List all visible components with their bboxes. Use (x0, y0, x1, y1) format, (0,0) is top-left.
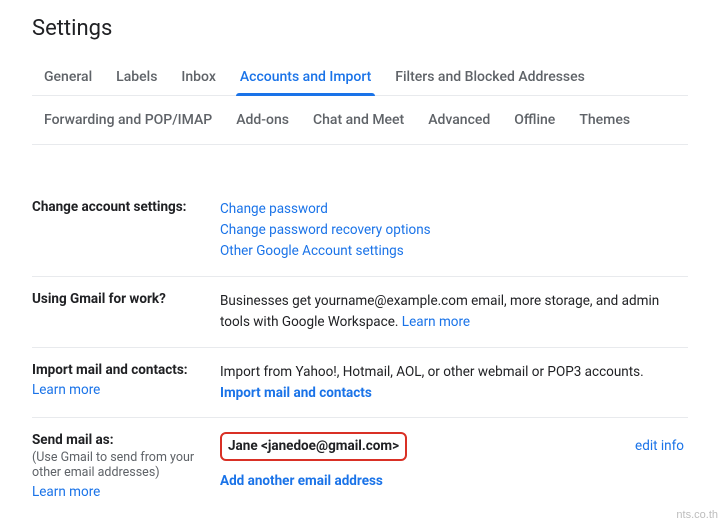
send-as-identity: Jane <janedoe@gmail.com> (220, 432, 407, 461)
section-send-mail-as: Send mail as: (Use Gmail to send from yo… (32, 418, 688, 514)
section-label-change-account: Change account settings: (32, 199, 220, 215)
page-title: Settings (32, 16, 688, 41)
link-recovery-options[interactable]: Change password recovery options (220, 220, 688, 241)
link-other-account-settings[interactable]: Other Google Account settings (220, 241, 688, 262)
tab-themes[interactable]: Themes (567, 106, 642, 134)
section-gmail-work: Using Gmail for work? Businesses get you… (32, 277, 688, 348)
link-import-mail-contacts[interactable]: Import mail and contacts (220, 383, 688, 404)
tab-chat-meet[interactable]: Chat and Meet (301, 106, 416, 134)
tab-addons[interactable]: Add-ons (224, 106, 301, 134)
link-import-learn-more[interactable]: Learn more (32, 382, 202, 398)
tab-advanced[interactable]: Advanced (416, 106, 502, 134)
tab-forwarding-pop-imap[interactable]: Forwarding and POP/IMAP (32, 106, 224, 134)
tab-general[interactable]: General (32, 61, 104, 95)
tab-labels[interactable]: Labels (104, 61, 169, 95)
tabs-row-secondary: Forwarding and POP/IMAP Add-ons Chat and… (32, 96, 688, 145)
link-workspace-learn-more[interactable]: Learn more (402, 314, 470, 330)
send-mail-as-subtext: (Use Gmail to send from your other email… (32, 450, 202, 480)
section-label-send-mail-as: Send mail as: (Use Gmail to send from yo… (32, 432, 220, 500)
section-label-gmail-work: Using Gmail for work? (32, 291, 220, 307)
tab-inbox[interactable]: Inbox (169, 61, 227, 95)
tab-offline[interactable]: Offline (502, 106, 567, 134)
section-import: Import mail and contacts: Learn more Imp… (32, 348, 688, 419)
tabs-row-primary: General Labels Inbox Accounts and Import… (32, 61, 688, 96)
section-label-import: Import mail and contacts: Learn more (32, 362, 220, 398)
section-change-account: Change account settings: Change password… (32, 185, 688, 277)
link-add-another-email[interactable]: Add another email address (220, 471, 688, 492)
import-text: Import from Yahoo!, Hotmail, AOL, or oth… (220, 362, 688, 383)
tab-accounts-import[interactable]: Accounts and Import (228, 61, 383, 95)
link-edit-info[interactable]: edit info (635, 436, 688, 457)
tab-filters-blocked[interactable]: Filters and Blocked Addresses (383, 61, 597, 95)
link-change-password[interactable]: Change password (220, 199, 688, 220)
link-send-mail-as-learn-more[interactable]: Learn more (32, 484, 202, 500)
